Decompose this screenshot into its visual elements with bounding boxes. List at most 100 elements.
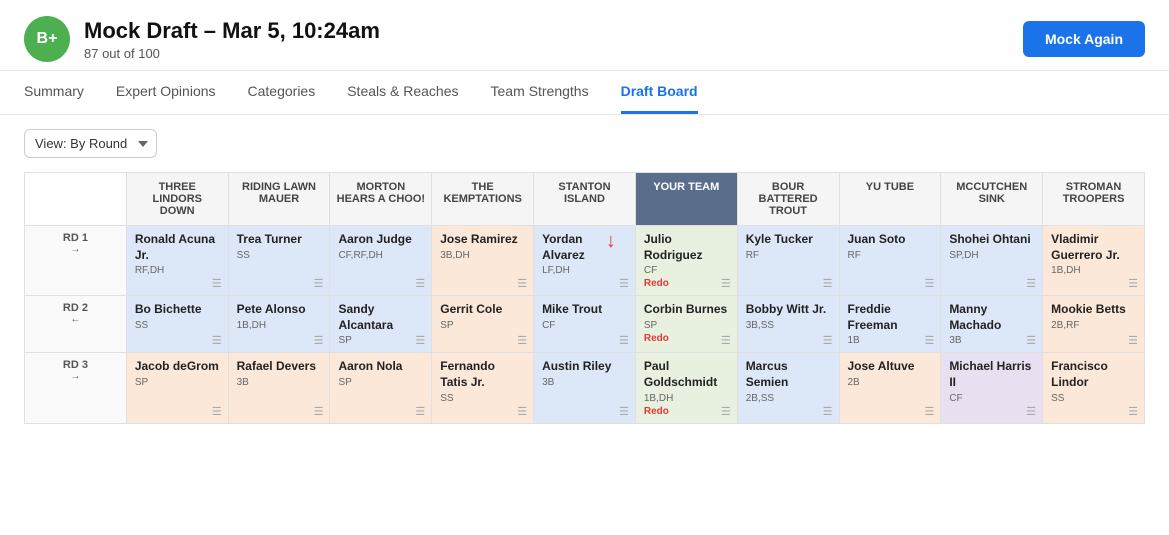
note-icon: ☰ bbox=[1026, 334, 1036, 347]
player-name: Aaron Judge bbox=[338, 232, 423, 248]
player-pos: CF bbox=[542, 320, 627, 331]
player-pos: 2B,RF bbox=[1051, 320, 1136, 331]
pick-r0-c2: Aaron JudgeCF,RF,DH☰ bbox=[330, 226, 432, 296]
player-pos: RF bbox=[746, 250, 831, 261]
note-icon: ☰ bbox=[314, 277, 324, 290]
player-name: Manny Machado bbox=[949, 302, 1034, 333]
pick-r0-c0: Ronald Acuna Jr.RF,DH☰ bbox=[126, 226, 228, 296]
page-header: B+ Mock Draft – Mar 5, 10:24am 87 out of… bbox=[0, 0, 1169, 71]
player-name: Paul Goldschmidt bbox=[644, 359, 729, 390]
note-icon: ☰ bbox=[924, 277, 934, 290]
note-icon: ☰ bbox=[924, 405, 934, 418]
pick-r2-c6: Marcus Semien2B,SS☰ bbox=[737, 353, 839, 423]
player-name: Mookie Betts bbox=[1051, 302, 1136, 318]
nav-expert-opinions[interactable]: Expert Opinions bbox=[116, 71, 216, 114]
nav-categories[interactable]: Categories bbox=[248, 71, 316, 114]
pick-r0-c7: Juan SotoRF☰ bbox=[839, 226, 941, 296]
note-icon: ☰ bbox=[823, 277, 833, 290]
note-icon: ☰ bbox=[721, 334, 731, 347]
player-pos: SP bbox=[440, 320, 525, 331]
player-note: Redo bbox=[644, 406, 729, 417]
player-name: Fernando Tatis Jr. bbox=[440, 359, 525, 390]
view-select[interactable]: View: By Round View: By Pick bbox=[24, 129, 157, 158]
note-icon: ☰ bbox=[823, 405, 833, 418]
player-name: Aaron Nola bbox=[338, 359, 423, 375]
player-pos: LF,DH bbox=[542, 265, 627, 276]
pick-r0-c3: Jose Ramirez3B,DH☰ bbox=[432, 226, 534, 296]
team-header-2: MORTONHEARS A CHOO! bbox=[330, 173, 432, 226]
round-label-0: RD 1→ bbox=[25, 226, 127, 296]
note-icon: ☰ bbox=[212, 334, 222, 347]
pick-r1-c1: Pete Alonso 1B,DH ☰ bbox=[228, 296, 330, 353]
pick-r1-c4: Mike Trout CF ☰ bbox=[534, 296, 636, 353]
player-name: Michael Harris II bbox=[949, 359, 1034, 390]
player-pos: SP bbox=[135, 377, 220, 388]
player-pos: 2B bbox=[848, 377, 933, 388]
team-header-8: STROMANTROOPERS bbox=[1043, 173, 1145, 226]
note-icon: ☰ bbox=[721, 277, 731, 290]
player-name: Trea Turner bbox=[237, 232, 322, 248]
player-pos: 1B,DH bbox=[644, 393, 729, 404]
player-pos: 3B,DH bbox=[440, 250, 525, 261]
player-pos: RF,DH bbox=[135, 265, 220, 276]
grade-badge: B+ bbox=[24, 16, 70, 62]
pick-r0-c4: Yordan AlvarezLF,DH☰ bbox=[534, 226, 636, 296]
note-icon: ☰ bbox=[619, 334, 629, 347]
round-label-2: RD 3→ bbox=[25, 353, 127, 423]
player-pos: SS bbox=[440, 393, 525, 404]
player-note: Redo bbox=[644, 333, 729, 344]
note-icon: ☰ bbox=[1026, 405, 1036, 418]
page-title: Mock Draft – Mar 5, 10:24am bbox=[84, 18, 380, 44]
player-name: Julio Rodriguez bbox=[644, 232, 729, 263]
note-icon: ☰ bbox=[314, 334, 324, 347]
player-name: Shohei Ohtani bbox=[949, 232, 1034, 248]
team-header-4: STANTONISLAND bbox=[534, 173, 636, 226]
player-pos: SS bbox=[237, 250, 322, 261]
player-name: Jose Ramirez bbox=[440, 232, 525, 248]
mock-again-button[interactable]: Mock Again bbox=[1023, 21, 1145, 57]
player-name: Freddie Freeman bbox=[848, 302, 933, 333]
player-pos: CF,RF,DH bbox=[338, 250, 423, 261]
pick-r0-c9: Vladimir Guerrero Jr.1B,DH☰ bbox=[1043, 226, 1145, 296]
player-name: Mike Trout bbox=[542, 302, 627, 318]
note-icon: ☰ bbox=[619, 405, 629, 418]
team-header-your-team: YOUR TEAM bbox=[635, 173, 737, 226]
player-pos: CF bbox=[949, 393, 1034, 404]
nav-draft-board[interactable]: Draft Board bbox=[621, 71, 698, 114]
player-pos: 1B,DH bbox=[237, 320, 322, 331]
player-pos: RF bbox=[848, 250, 933, 261]
player-name: Kyle Tucker bbox=[746, 232, 831, 248]
note-icon: ☰ bbox=[823, 334, 833, 347]
draft-board: THREE LINDORSDOWN RIDING LAWNMAUER MORTO… bbox=[0, 172, 1169, 448]
player-pos: CF bbox=[644, 265, 729, 276]
round-label-1: RD 2← bbox=[25, 296, 127, 353]
note-icon: ☰ bbox=[314, 405, 324, 418]
nav-summary[interactable]: Summary bbox=[24, 71, 84, 114]
player-pos: 2B,SS bbox=[746, 393, 831, 404]
note-icon: ☰ bbox=[1128, 405, 1138, 418]
player-name: Rafael Devers bbox=[237, 359, 322, 375]
player-name: Gerrit Cole bbox=[440, 302, 525, 318]
pick-r1-c9: Mookie Betts 2B,RF ☰ bbox=[1043, 296, 1145, 353]
pick-r0-c5: Julio RodriguezCFRedo☰↓ bbox=[635, 226, 737, 296]
player-pos: 3B bbox=[237, 377, 322, 388]
pick-r2-c3: Fernando Tatis Jr.SS☰ bbox=[432, 353, 534, 423]
pick-r1-c6: Bobby Witt Jr.3B,SS☰ bbox=[737, 296, 839, 353]
nav-team-strengths[interactable]: Team Strengths bbox=[491, 71, 589, 114]
note-icon: ☰ bbox=[415, 405, 425, 418]
player-name: Pete Alonso bbox=[237, 302, 322, 318]
player-name: Sandy Alcantara bbox=[338, 302, 423, 333]
pick-r2-c1: Rafael Devers 3B ☰ bbox=[228, 353, 330, 423]
team-header-6: YU TUBE bbox=[839, 173, 941, 226]
toolbar: View: By Round View: By Pick bbox=[0, 115, 1169, 172]
player-pos: 1B,DH bbox=[1051, 265, 1136, 276]
note-icon: ☰ bbox=[1128, 334, 1138, 347]
team-header-3: THEKEMPTATIONS bbox=[432, 173, 534, 226]
navigation: Summary Expert Opinions Categories Steal… bbox=[0, 71, 1169, 115]
team-header-5: BOURBATTEREDTROUT bbox=[737, 173, 839, 226]
nav-steals-reaches[interactable]: Steals & Reaches bbox=[347, 71, 458, 114]
note-icon: ☰ bbox=[212, 277, 222, 290]
pick-r0-c1: Trea Turner SS ☰ bbox=[228, 226, 330, 296]
pick-r2-c7: Jose Altuve2B☰ bbox=[839, 353, 941, 423]
note-icon: ☰ bbox=[415, 334, 425, 347]
